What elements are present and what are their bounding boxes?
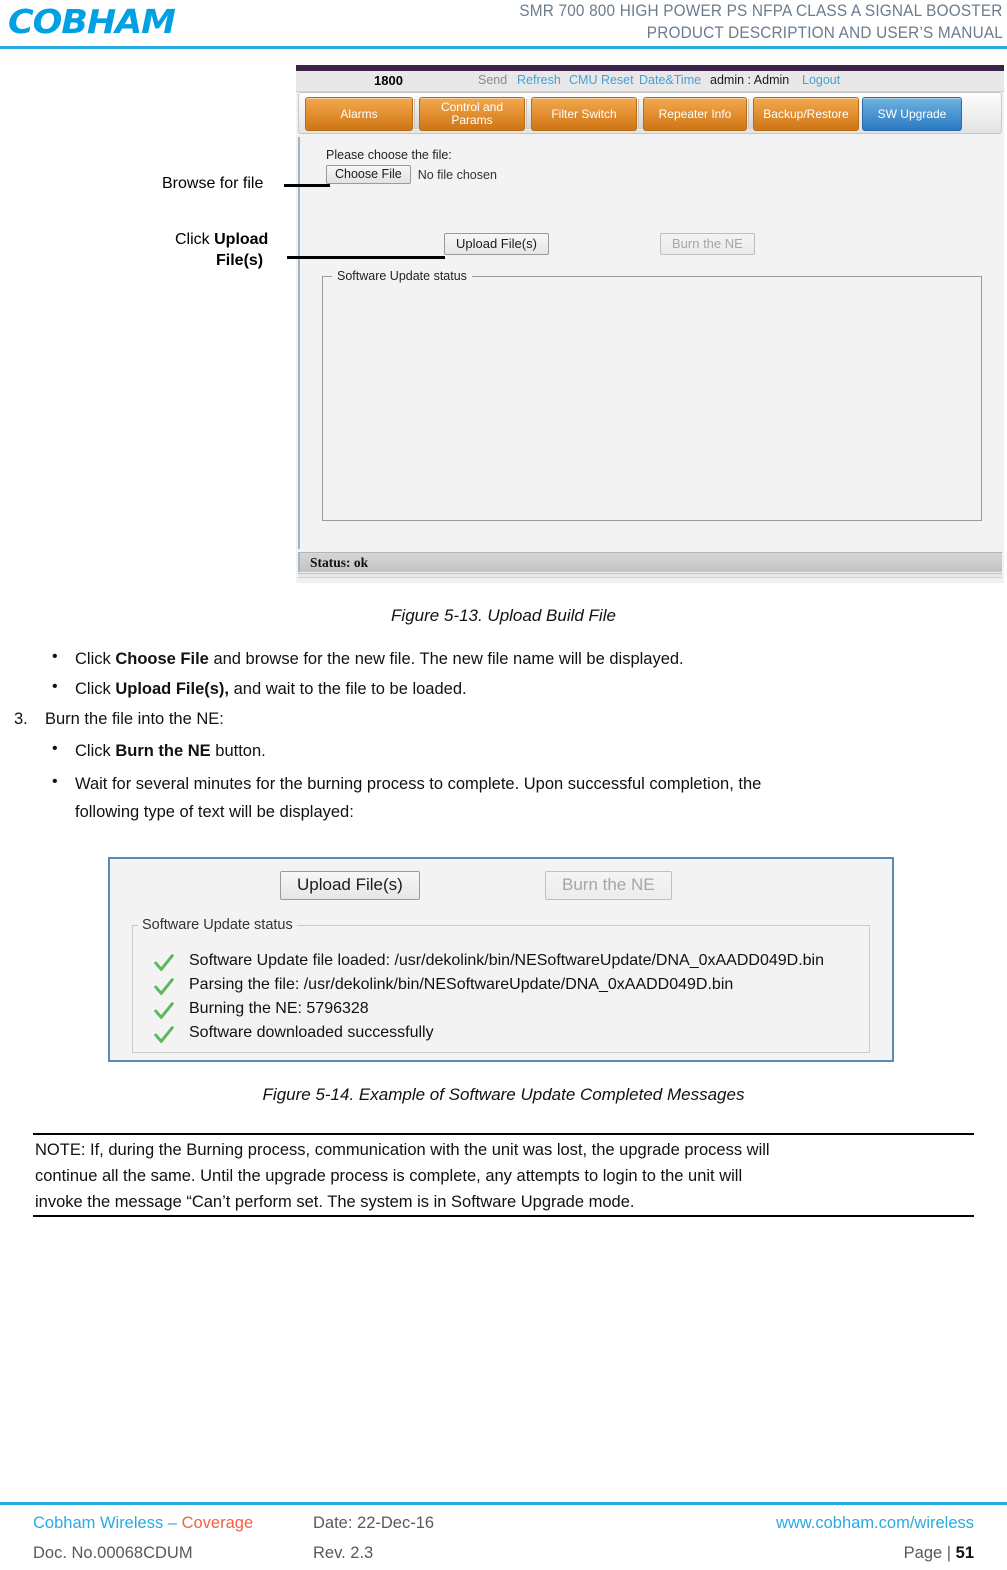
bullet-marker: • (52, 648, 58, 665)
instruction-line-6: following type of text will be displayed… (75, 803, 354, 821)
burn-the-ne-button: Burn the NE (545, 871, 672, 900)
refresh-link[interactable]: Refresh (517, 73, 561, 87)
cmu-reset-link[interactable]: CMU Reset (569, 73, 634, 87)
note-box: NOTE: If, during the Burning process, co… (33, 1133, 974, 1217)
figure-5-14-caption: Figure 5-14. Example of Software Update … (262, 1085, 745, 1104)
upload-files-button[interactable]: Upload File(s) (280, 871, 420, 900)
status-message: Parsing the file: /usr/dekolink/bin/NESo… (189, 976, 734, 993)
status-message: Burning the NE: 5796328 (189, 1000, 369, 1017)
header-title-line1: SMR 700 800 HIGH POWER PS NFPA CLASS A S… (519, 2, 1003, 20)
software-update-status-box: Software Update file loaded: /usr/dekoli… (132, 925, 870, 1053)
callout-browse-leader-line (284, 184, 330, 187)
software-update-status-legend: Software Update status (138, 917, 297, 933)
logout-link[interactable]: Logout (802, 73, 840, 87)
header-divider (0, 46, 1007, 49)
header-title-line2: PRODUCT DESCRIPTION AND USER’S MANUAL (646, 24, 1003, 42)
instruction-line-4: Click Burn the NE button. (75, 742, 266, 760)
note-line-1: NOTE: If, during the Burning process, co… (35, 1141, 770, 1159)
instruction-line-2: Click Upload File(s), and wait to the fi… (75, 680, 467, 698)
figure-5-14-screenshot: Upload File(s) Burn the NE Software Upda… (108, 857, 894, 1062)
check-icon (154, 978, 174, 995)
app-footer-bar-2 (298, 577, 1002, 583)
device-id-label: 1800 (374, 73, 403, 88)
choose-file-label: Please choose the file: (326, 148, 452, 162)
sw-upgrade-panel: Please choose the file: Choose File No f… (298, 137, 1002, 549)
figure-5-13-screenshot: 1800 Send Refresh CMU Reset Date&Time ad… (296, 65, 1004, 583)
note-line-2: continue all the same. Until the upgrade… (35, 1167, 743, 1185)
footer-company: Cobham Wireless – Coverage (33, 1514, 254, 1532)
page-header: COBHAM SMR 700 800 HIGH POWER PS NFPA CL… (0, 0, 1007, 48)
app-tab-strip: Alarms Control and Params Filter Switch … (298, 92, 1002, 134)
tab-alarms[interactable]: Alarms (305, 97, 413, 131)
instruction-line-1: Click Choose File and browse for the new… (75, 650, 684, 668)
note-line-3: invoke the message “Can’t perform set. T… (35, 1193, 635, 1211)
footer-revision: Rev. 2.3 (313, 1544, 374, 1562)
no-file-chosen-label: No file chosen (417, 167, 497, 182)
numbered-marker-3: 3. (14, 710, 28, 728)
bullet-marker: • (52, 740, 58, 757)
bullet-marker: • (52, 678, 58, 695)
send-link[interactable]: Send (478, 73, 507, 87)
footer-divider (0, 1502, 1007, 1505)
tab-control-and-params[interactable]: Control and Params (419, 97, 525, 131)
choose-file-button[interactable]: Choose File (326, 165, 411, 184)
bullet-marker: • (52, 773, 58, 790)
software-update-status-box (322, 276, 982, 521)
check-icon (154, 1026, 174, 1043)
callout-browse-for-file: Browse for file (162, 175, 264, 192)
file-input-row[interactable]: Choose File No file chosen (326, 165, 497, 184)
cobham-logo: COBHAM (8, 2, 176, 41)
status-message: Software Update file loaded: /usr/dekoli… (189, 952, 825, 969)
current-user-label: admin : Admin (710, 73, 790, 87)
footer-page: Page | 51 (903, 1544, 974, 1562)
software-update-status-legend: Software Update status (332, 269, 472, 283)
tab-repeater-info[interactable]: Repeater Info (643, 97, 747, 131)
footer-website[interactable]: www.cobham.com/wireless (776, 1514, 974, 1533)
tab-filter-switch[interactable]: Filter Switch (531, 97, 637, 131)
instruction-line-3: Burn the file into the NE: (45, 710, 224, 728)
upload-files-button[interactable]: Upload File(s) (444, 233, 549, 255)
instruction-line-5: Wait for several minutes for the burning… (75, 775, 762, 793)
app-status-bar: Status: ok (298, 552, 1002, 572)
check-icon (154, 954, 174, 971)
status-text: Status: ok (310, 555, 369, 570)
footer-doc-number: Doc. No.00068CDUM (33, 1544, 193, 1562)
app-toolbar: 1800 Send Refresh CMU Reset Date&Time ad… (296, 71, 1004, 92)
date-time-link[interactable]: Date&Time (639, 73, 701, 87)
tab-backup-restore[interactable]: Backup/Restore (753, 97, 859, 131)
figure-5-13-caption: Figure 5-13. Upload Build File (391, 606, 616, 625)
tab-sw-upgrade[interactable]: SW Upgrade (862, 97, 962, 131)
callout-upload-leader-line (287, 256, 445, 259)
check-icon (154, 1002, 174, 1019)
callout-click-upload-line1: Click Upload (175, 231, 269, 248)
footer-date: Date: 22-Dec-16 (313, 1514, 435, 1532)
burn-the-ne-button: Burn the NE (660, 233, 755, 255)
callout-click-upload-line2: File(s) (216, 252, 264, 269)
status-message: Software downloaded successfully (189, 1024, 434, 1041)
